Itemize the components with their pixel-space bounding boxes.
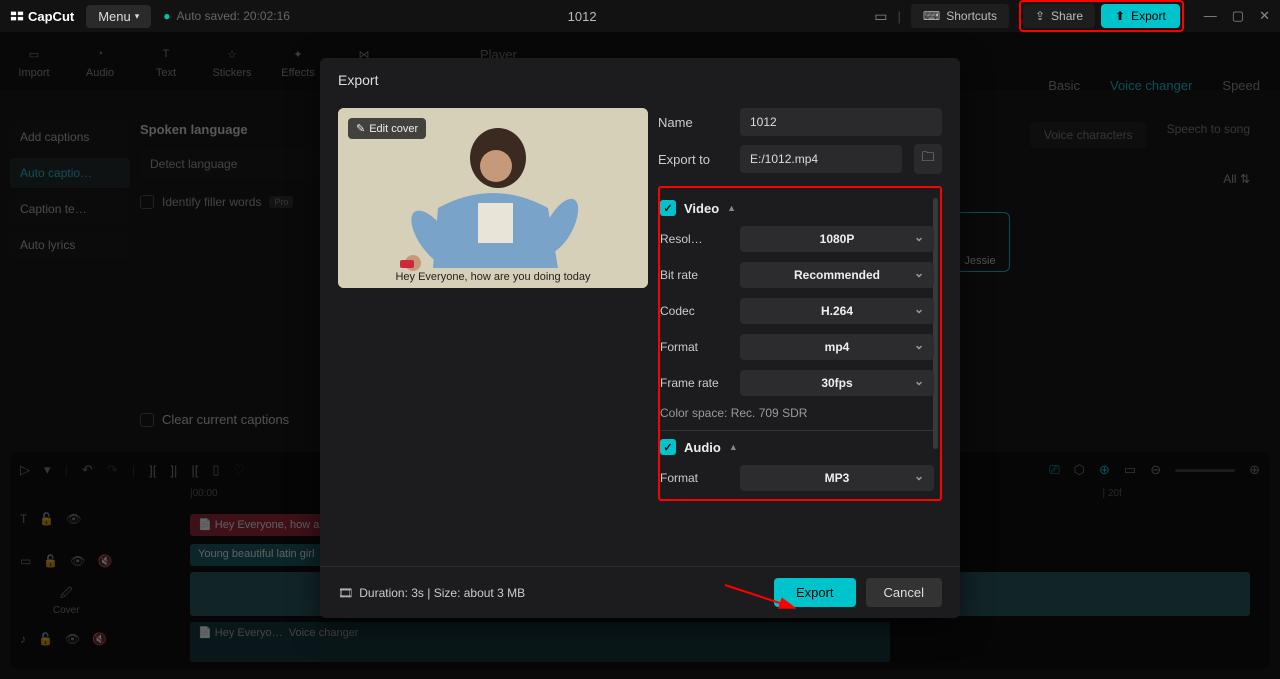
pencil-icon: ✎ <box>356 122 365 135</box>
modal-title: Export <box>320 58 960 98</box>
cancel-button[interactable]: Cancel <box>866 578 942 607</box>
bitrate-select[interactable]: Recommended <box>740 262 934 288</box>
format-label: Format <box>660 340 740 354</box>
export-summary: 🎞 Duration: 3s | Size: about 3 MB <box>338 586 525 600</box>
video-section-title: Video <box>684 201 719 216</box>
bitrate-label: Bit rate <box>660 268 740 282</box>
export-modal: Export ✎ <box>320 58 960 618</box>
video-checkbox[interactable]: ✓ <box>660 200 676 216</box>
codec-select[interactable]: H.264 <box>740 298 934 324</box>
export-confirm-button[interactable]: Export <box>774 578 856 607</box>
exportto-label: Export to <box>658 152 728 167</box>
audio-format-select[interactable]: MP3 <box>740 465 934 491</box>
cover-caption-text: Hey Everyone, how are you doing today <box>395 271 590 283</box>
collapse-icon[interactable]: ▲ <box>727 203 736 213</box>
edit-cover-button[interactable]: ✎ Edit cover <box>348 118 426 139</box>
audio-checkbox[interactable]: ✓ <box>660 439 676 455</box>
exportto-path: E:/1012.mp4 <box>740 145 902 173</box>
cover-preview: ✎ Edit cover Hey Everyone, how are you d… <box>338 108 648 288</box>
framerate-label: Frame rate <box>660 376 740 390</box>
settings-highlight: ✓ Video ▲ Resol… 1080P Bit rate Recommen… <box>658 186 942 501</box>
resolution-select[interactable]: 1080P <box>740 226 934 252</box>
framerate-select[interactable]: 30fps <box>740 370 934 396</box>
audio-format-label: Format <box>660 471 740 485</box>
resolution-label: Resol… <box>660 232 740 246</box>
codec-label: Codec <box>660 304 740 318</box>
film-icon: 🎞 <box>338 586 353 600</box>
colorspace-info: Color space: Rec. 709 SDR <box>660 406 934 420</box>
audio-section-title: Audio <box>684 440 721 455</box>
collapse-icon[interactable]: ▲ <box>729 442 738 452</box>
name-input[interactable] <box>740 108 942 136</box>
name-label: Name <box>658 115 728 130</box>
browse-folder-button[interactable]: 🗀 <box>914 144 942 174</box>
format-select[interactable]: mp4 <box>740 334 934 360</box>
folder-icon: 🗀 <box>921 148 934 170</box>
